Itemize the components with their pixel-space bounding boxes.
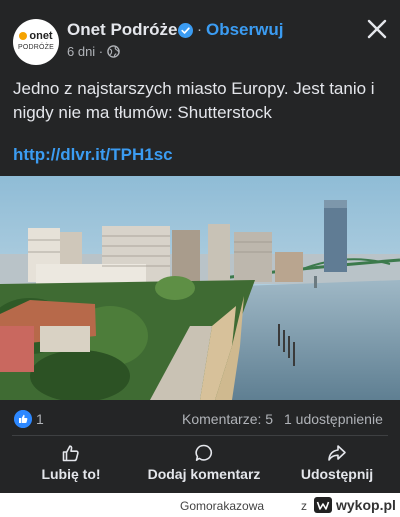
like-button[interactable]: Lubię to! [30,443,112,484]
thumbs-up-icon [62,445,79,462]
follow-button[interactable]: Obserwuj [206,20,283,40]
like-count[interactable]: 1 [36,411,44,427]
watermark-username: Gomorakazowa [180,499,265,513]
post-text: Jedno z najstarszych miasto Europy. Jest… [13,79,375,122]
share-button[interactable]: Udostępnij [296,443,378,484]
page-name[interactable]: Onet Podróże [67,20,178,40]
watermark-z: z [301,499,307,513]
globe-icon [107,45,120,58]
shares-count[interactable]: 1 udostępnienie [284,411,383,427]
wykop-site-text: wykop.pl [335,497,396,513]
divider [12,435,388,436]
logo-text-bottom: PODRÓŻE [17,44,54,51]
comment-bubble-icon [195,444,213,461]
post-photo[interactable] [0,176,400,400]
page-avatar[interactable]: onet PODRÓŻE [13,19,59,65]
logo-text-top: onet [29,30,53,42]
header-separator: · [197,21,202,38]
verified-badge-icon [178,23,193,38]
post-card: onet PODRÓŻE Onet Podróże · Obserwuj 6 d… [0,0,400,493]
comments-count[interactable]: Komentarze: 5 [182,411,273,427]
share-arrow-icon [328,445,346,461]
post-time[interactable]: 6 dni · [67,44,103,59]
like-label: Lubię to! [41,466,101,482]
close-icon[interactable] [364,16,390,42]
logo-dot [19,32,28,40]
comment-label: Dodaj komentarz [147,466,261,482]
share-label: Udostępnij [300,466,374,482]
wykop-logo-icon: wykop.pl [314,497,396,513]
like-reaction-icon [14,410,32,428]
post-link[interactable]: http://dlvr.it/TPH1sc [13,145,173,165]
comment-button[interactable]: Dodaj komentarz [142,443,266,484]
watermark-bar: Gomorakazowa z wykop.pl [0,493,400,517]
